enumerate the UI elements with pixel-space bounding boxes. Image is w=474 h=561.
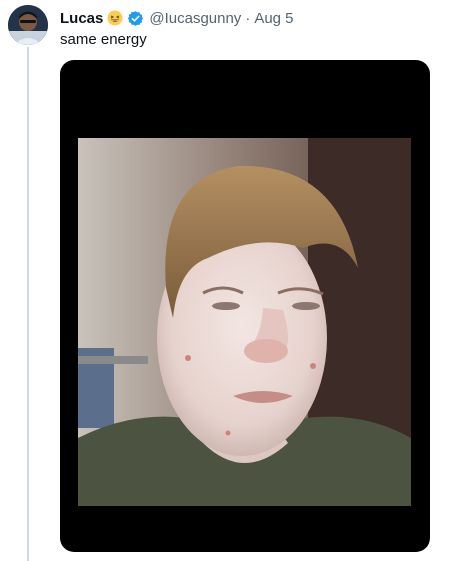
selfie-image (78, 138, 411, 506)
thread-connector-line (27, 47, 29, 561)
tweet-timestamp[interactable]: Aug 5 (254, 10, 293, 27)
avatar-image (8, 5, 48, 45)
tweet-media[interactable] (60, 60, 430, 552)
author-handle[interactable]: @Iucasgunny (149, 10, 241, 27)
tweet-text: same energy (60, 31, 147, 48)
grinning-squinting-face-icon (107, 10, 123, 26)
avatar[interactable] (8, 5, 48, 45)
tweet-header: Lucas @Iucasgunny · Aug 5 (60, 8, 294, 28)
header-separator: · (245, 9, 251, 27)
verified-badge-icon (128, 10, 144, 26)
author-name[interactable]: Lucas (60, 10, 103, 27)
selfie-photo (78, 138, 411, 506)
